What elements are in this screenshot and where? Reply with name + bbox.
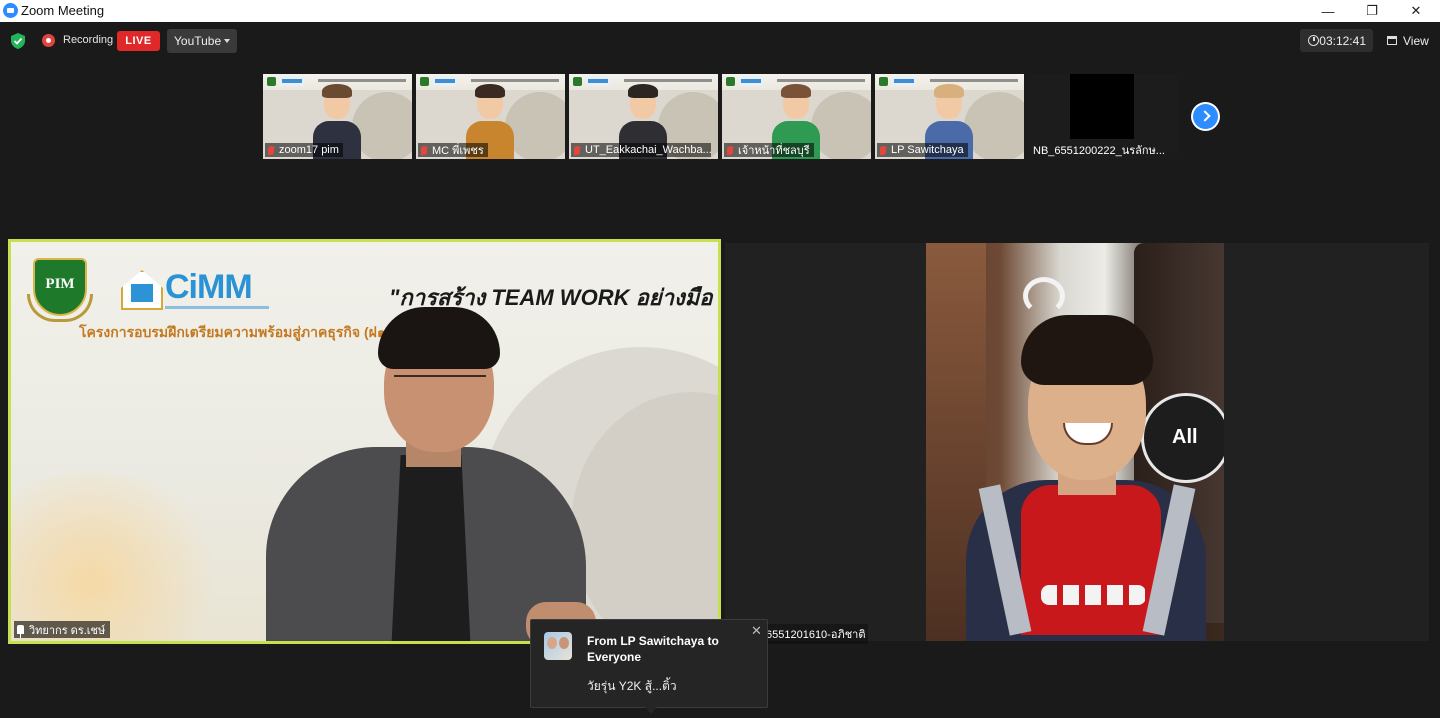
participant-name: เจ้าหน้าที่ชลบุรี: [738, 145, 810, 157]
pim-logo-text: PIM: [45, 276, 75, 292]
speaker-figure: [266, 307, 596, 641]
encryption-shield-icon[interactable]: [11, 33, 25, 49]
cimm-logo-text: CiMM: [165, 268, 253, 306]
chat-notification-popup[interactable]: From LP Sawitchaya to Everyone วัยรุ่น Y…: [530, 619, 768, 714]
speaker-hair: [378, 307, 500, 369]
participant-name: NB_6551200222_นรลักษ...: [1033, 145, 1165, 157]
window-title-bar: Zoom Meeting — ❐ ✕: [0, 0, 1440, 22]
sender-avatar: [544, 632, 572, 660]
pim-logo-icon: [726, 77, 735, 86]
mic-muted-icon: [421, 145, 427, 155]
chevron-down-icon: [224, 39, 230, 43]
view-grid-icon: [1387, 36, 1397, 45]
participant-name-tag: 6551201610-อภิชาติ: [763, 624, 869, 644]
pim-logo-icon: [267, 77, 276, 86]
mic-muted-icon: [574, 145, 580, 155]
pin-icon: [17, 625, 24, 638]
speaker-name: วิทยากร ดร.เชษ์: [29, 624, 106, 637]
minimize-button[interactable]: —: [1306, 0, 1350, 22]
participant-name-tag: MC พี่เพชร: [418, 143, 488, 157]
slide-glow: [11, 472, 231, 641]
avatar-hair: [934, 84, 964, 98]
recording-icon[interactable]: [42, 34, 55, 47]
stream-target-dropdown[interactable]: YouTube: [167, 29, 237, 53]
participant-thumbnail[interactable]: zoom17 pim: [263, 74, 412, 159]
participant-name-tag: เจ้าหน้าที่ชลบุรี: [724, 143, 814, 157]
mic-muted-icon: [880, 145, 886, 155]
participant-thumbnail[interactable]: LP Sawitchaya: [875, 74, 1024, 159]
laurel-icon: [27, 294, 93, 322]
speaker-brow: [394, 375, 486, 393]
pim-logo: PIM: [27, 254, 93, 326]
participant-thumbnail[interactable]: เจ้าหน้าที่ชลบุรี: [722, 74, 871, 159]
avatar-hair: [628, 84, 658, 98]
participant-figure: [966, 315, 1206, 641]
avatar-hair: [475, 84, 505, 98]
cimm-logo-icon: [586, 77, 610, 86]
speaker-name-tag: วิทยากร ดร.เชษ์: [14, 621, 111, 638]
recording-label[interactable]: Recording: [63, 34, 113, 46]
chat-sender: From LP Sawitchaya to Everyone: [587, 634, 719, 664]
participant-name-tag: NB_6551200222_นรลักษ...: [1030, 143, 1169, 157]
pim-logo-icon: [879, 77, 888, 86]
mic-muted-icon: [727, 145, 733, 155]
active-speaker-video[interactable]: PIM CiMM "การสร้าง TEAM WORK อย่างมืออาช…: [8, 239, 721, 644]
participant-sweater: [1021, 485, 1161, 635]
cimm-logo: CiMM: [121, 266, 271, 314]
view-button[interactable]: View: [1380, 29, 1434, 52]
participant-hair: [1021, 315, 1153, 385]
participant-video[interactable]: [725, 243, 1429, 641]
pim-logo-icon: [573, 77, 582, 86]
participant-thumbnail[interactable]: MC พี่เพชร: [416, 74, 565, 159]
participant-name-tag: UT_Eakkachai_Wachba...: [571, 143, 711, 157]
participant-camera-feed: [926, 243, 1224, 641]
pim-logo-icon: [420, 77, 429, 86]
avatar-hair: [781, 84, 811, 98]
cimm-logo-icon: [433, 77, 457, 86]
elapsed-time: 03:12:41: [1319, 33, 1366, 48]
sweater-pattern: [1041, 585, 1146, 605]
participant-name-tag: LP Sawitchaya: [877, 143, 968, 157]
speaker-shirt: [391, 455, 471, 641]
participant-name-tag: zoom17 pim: [265, 143, 343, 157]
view-label: View: [1403, 33, 1429, 48]
stream-target-label: YouTube: [174, 34, 222, 48]
video-off-feed: [1070, 74, 1134, 139]
zoom-app-icon: [3, 3, 18, 18]
next-page-arrow-icon[interactable]: [1191, 102, 1220, 131]
cimm-logo-icon: [739, 77, 763, 86]
house-inner: [131, 284, 153, 302]
mic-muted-icon: [268, 145, 274, 155]
live-badge[interactable]: LIVE: [117, 31, 160, 51]
clock-icon: [1308, 35, 1319, 46]
cimm-logo-icon: [280, 77, 304, 86]
restore-button[interactable]: ❐: [1350, 0, 1394, 22]
close-button[interactable]: ✕: [1394, 0, 1438, 22]
close-icon[interactable]: ✕: [751, 623, 762, 639]
participant-name: MC พี่เพชร: [432, 145, 484, 157]
participant-name: UT_Eakkachai_Wachba...: [585, 144, 711, 156]
cimm-logo-icon: [892, 77, 916, 86]
avatar-hair: [322, 84, 352, 98]
participant-thumbnail[interactable]: UT_Eakkachai_Wachba...: [569, 74, 718, 159]
participant-thumbnail-video-off[interactable]: NB_6551200222_นรลักษ...: [1028, 74, 1177, 159]
participant-name: LP Sawitchaya: [891, 144, 964, 156]
window-title: Zoom Meeting: [21, 3, 105, 18]
participant-name: zoom17 pim: [279, 144, 339, 156]
meeting-timer: 03:12:41: [1300, 29, 1373, 52]
ring-light: [1023, 277, 1065, 315]
cimm-tagline: [165, 306, 269, 309]
chat-message: วัยรุ่น Y2K สู้...ติ้ว: [587, 679, 677, 693]
